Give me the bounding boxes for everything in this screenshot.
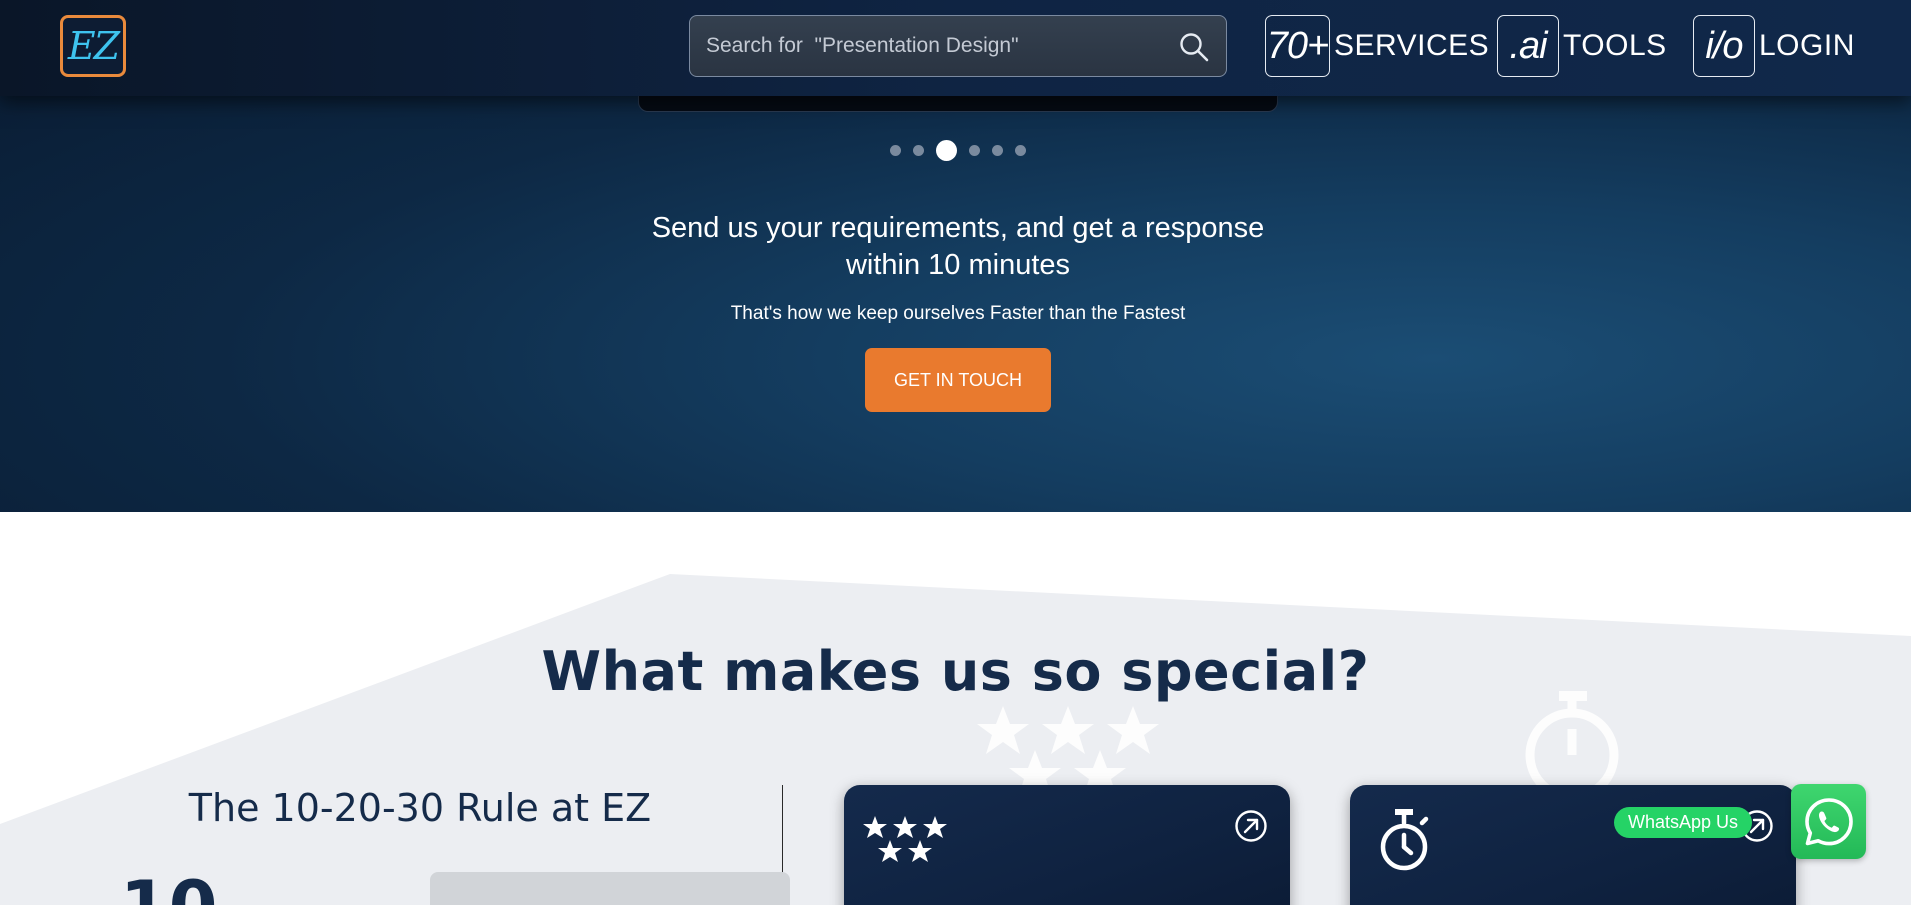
hero-heading: Send us your requirements, and get a res…: [651, 212, 1265, 281]
nav-login-label: LOGIN: [1759, 29, 1855, 62]
hero-subheading: That's how we keep ourselves Faster than…: [730, 303, 1186, 324]
services-badge: 70+: [1265, 15, 1330, 77]
nav-tools-label: TOOLS: [1563, 29, 1667, 62]
carousel-dot[interactable]: [992, 145, 1003, 156]
star-rating-icon: [863, 816, 947, 862]
nav-login[interactable]: i/o LOGIN: [1693, 15, 1855, 77]
carousel-dot-active[interactable]: [936, 140, 957, 161]
carousel-dot[interactable]: [969, 145, 980, 156]
page: Send us your requirements, and get a res…: [0, 0, 1911, 905]
whatsapp-icon: [1804, 797, 1853, 845]
ghost-stars-icon: [977, 706, 1159, 794]
login-badge: i/o: [1693, 15, 1755, 77]
nav-services[interactable]: 70+ SERVICES: [1265, 15, 1489, 77]
whatsapp-button[interactable]: [1791, 784, 1866, 859]
carousel-dot[interactable]: [1015, 145, 1026, 156]
search-icon[interactable]: [1178, 31, 1210, 63]
logo-text: EZ: [67, 24, 120, 68]
stopwatch-icon: [1380, 809, 1429, 871]
carousel-dots: [890, 140, 1026, 161]
rule-title: The 10-20-30 Rule at EZ: [188, 786, 652, 830]
whatsapp-label[interactable]: WhatsApp Us: [1614, 807, 1753, 838]
rule-number: 10: [120, 872, 217, 905]
tools-badge: .ai: [1497, 15, 1559, 77]
rule-visual-block: [430, 872, 790, 905]
site-header: EZ 70+ SERVICES .ai TOOLS i/o LOGIN: [0, 0, 1911, 96]
carousel-dot[interactable]: [890, 145, 901, 156]
arrow-up-right-icon[interactable]: [1234, 809, 1268, 843]
search-bar: [689, 15, 1227, 77]
nav-services-label: SERVICES: [1334, 29, 1490, 62]
section-title: What makes us so special?: [541, 640, 1370, 703]
feature-card-rating[interactable]: [844, 785, 1290, 905]
special-section: What makes us so special? The 10-20-30 R…: [0, 512, 1911, 905]
feature-card-speed[interactable]: [1350, 785, 1796, 905]
get-in-touch-button[interactable]: GET IN TOUCH: [865, 348, 1051, 412]
logo[interactable]: EZ: [60, 15, 126, 77]
carousel-dot[interactable]: [913, 145, 924, 156]
nav-tools[interactable]: .ai TOOLS: [1497, 15, 1667, 77]
search-input[interactable]: [706, 16, 1176, 76]
